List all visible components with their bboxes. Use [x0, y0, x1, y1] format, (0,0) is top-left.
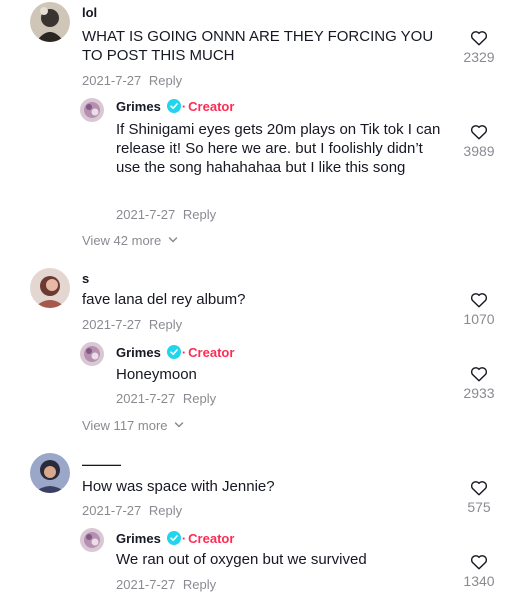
comment-meta: 2021-7-27 Reply: [82, 503, 182, 518]
reply-username-row: Grimes · Creator: [116, 531, 235, 546]
like-button[interactable]: 1340: [447, 554, 511, 589]
reply-avatar[interactable]: [80, 342, 104, 366]
reply-button[interactable]: Reply: [183, 391, 216, 406]
reply-avatar[interactable]: [80, 98, 104, 122]
reply-date: 2021-7-27: [116, 577, 176, 592]
reply-meta: 2021-7-27 Reply: [116, 207, 216, 222]
reply-date: 2021-7-27: [116, 207, 176, 222]
view-more-replies-button[interactable]: View 42 more: [82, 233, 178, 248]
reply-username-row: Grimes · Creator: [116, 345, 235, 360]
verified-badge-icon: [166, 345, 181, 359]
reply-meta: 2021-7-27 Reply: [116, 391, 216, 406]
view-more-label: View 117 more: [82, 418, 168, 433]
avatar[interactable]: [30, 2, 70, 42]
comment-username[interactable]: s: [82, 271, 89, 286]
creator-badge: Creator: [188, 345, 235, 360]
creator-badge: Creator: [188, 99, 235, 114]
avatar[interactable]: [30, 268, 70, 308]
view-more-label: View 42 more: [82, 233, 162, 248]
like-button[interactable]: 2329: [447, 30, 511, 65]
comment-meta: 2021-7-27 Reply: [82, 73, 182, 88]
like-count: 2933: [463, 385, 495, 401]
comment-date: 2021-7-27: [82, 503, 142, 518]
comment-meta: 2021-7-27 Reply: [82, 317, 182, 332]
like-button[interactable]: 3989: [447, 124, 511, 159]
view-more-replies-button[interactable]: View 117 more: [82, 418, 184, 433]
like-button[interactable]: 1070: [447, 292, 511, 327]
like-count: 2329: [463, 49, 495, 65]
reply-date: 2021-7-27: [116, 391, 176, 406]
heart-outline-icon: [470, 555, 488, 570]
comment-username[interactable]: lol: [82, 5, 97, 20]
comment-text: How was space with Jennie?: [82, 478, 275, 495]
like-count: 1340: [463, 573, 495, 589]
heart-outline-icon: [470, 367, 488, 382]
heart-outline-icon: [470, 31, 488, 46]
like-count: 575: [467, 499, 491, 515]
comment-username[interactable]: ———: [82, 457, 121, 472]
verified-badge-icon: [166, 99, 181, 113]
heart-outline-icon: [470, 125, 488, 140]
reply-button[interactable]: Reply: [149, 503, 182, 518]
reply-button[interactable]: Reply: [149, 73, 182, 88]
reply-meta: 2021-7-27 Reply: [116, 577, 216, 592]
reply-button[interactable]: Reply: [149, 317, 182, 332]
reply-username-row: Grimes · Creator: [116, 99, 235, 114]
heart-outline-icon: [470, 293, 488, 308]
verified-badge-icon: [166, 531, 181, 545]
reply-username[interactable]: Grimes: [116, 531, 161, 546]
like-button[interactable]: 2933: [447, 366, 511, 401]
comment-date: 2021-7-27: [82, 73, 142, 88]
reply-username[interactable]: Grimes: [116, 99, 161, 114]
reply-avatar[interactable]: [80, 528, 104, 552]
reply-text: We ran out of oxygen but we survived: [116, 551, 367, 568]
like-count: 1070: [463, 311, 495, 327]
avatar[interactable]: [30, 453, 70, 493]
comment-text: fave lana del rey album?: [82, 291, 246, 308]
chevron-down-icon: [168, 237, 178, 243]
comment-date: 2021-7-27: [82, 317, 142, 332]
like-button[interactable]: 575: [447, 480, 511, 515]
chevron-down-icon: [174, 422, 184, 428]
reply-text: Honeymoon: [116, 366, 197, 383]
reply-username[interactable]: Grimes: [116, 345, 161, 360]
heart-outline-icon: [470, 481, 488, 496]
reply-text: If Shinigami eyes gets 20m plays on Tik …: [116, 121, 441, 176]
reply-button[interactable]: Reply: [183, 207, 216, 222]
comment-text: WHAT IS GOING ONNN ARE THEY FORCING YOU …: [82, 28, 434, 64]
like-count: 3989: [463, 143, 495, 159]
reply-button[interactable]: Reply: [183, 577, 216, 592]
creator-badge: Creator: [188, 531, 235, 546]
